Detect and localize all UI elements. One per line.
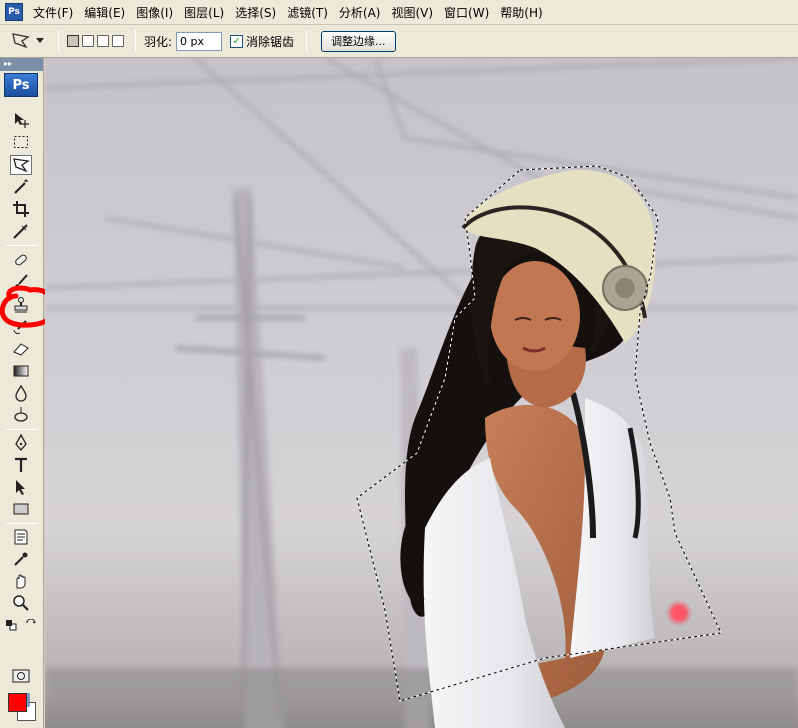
gradient-icon: [13, 365, 29, 377]
menu-image[interactable]: 图像(I): [132, 4, 180, 21]
dodge-tool[interactable]: [10, 405, 32, 425]
photo: [45, 58, 798, 728]
gradient-tool[interactable]: [10, 361, 32, 381]
marquee-tool[interactable]: [10, 132, 32, 152]
blur-tool[interactable]: [10, 383, 32, 403]
eraser-icon: [13, 343, 29, 356]
path-selection-icon: [16, 480, 25, 495]
antialias-checkbox[interactable]: ✓: [230, 34, 244, 48]
menu-select[interactable]: 选择(S): [231, 4, 283, 21]
toolbox-divider: [6, 245, 38, 246]
subtract-from-selection-button[interactable]: [97, 35, 109, 47]
toolbox-divider: [6, 429, 38, 430]
separator: [306, 30, 308, 52]
magic-wand-icon: [14, 179, 28, 194]
polygonal-lasso-icon: [13, 158, 30, 173]
type-icon: [15, 457, 27, 472]
menu-view[interactable]: 视图(V): [387, 4, 440, 21]
notes-icon: [14, 529, 28, 545]
menu-filter[interactable]: 滤镜(T): [283, 4, 335, 21]
menu-edit[interactable]: 编辑(E): [80, 4, 132, 21]
add-to-selection-button[interactable]: [82, 35, 94, 47]
intersect-selection-button[interactable]: [112, 35, 124, 47]
collapse-icon: ▸▸: [4, 59, 13, 68]
hand-tool[interactable]: [10, 571, 32, 591]
eyedropper-icon: [14, 552, 28, 566]
dodge-icon: [14, 407, 28, 422]
zoom-icon: [13, 595, 29, 611]
pen-icon: [15, 434, 27, 452]
notes-tool[interactable]: [10, 527, 32, 547]
menu-file[interactable]: 文件(F): [29, 4, 80, 21]
default-colors-button[interactable]: [4, 615, 18, 635]
feather-label: 羽化:: [144, 34, 173, 49]
magic-wand-tool[interactable]: [10, 177, 32, 197]
document-canvas[interactable]: [45, 58, 798, 728]
spot-healing-tool[interactable]: [10, 250, 32, 270]
path-selection-tool[interactable]: [10, 477, 32, 497]
default-colors-icon: [6, 620, 17, 631]
eraser-tool[interactable]: [10, 339, 32, 359]
background-pylon: [174, 188, 430, 728]
move-tool[interactable]: [10, 110, 32, 130]
menu-window[interactable]: 窗口(W): [440, 4, 496, 21]
ground: [45, 668, 798, 728]
quick-mask-icon: [12, 669, 30, 683]
menu-analysis[interactable]: 分析(A): [335, 4, 388, 21]
new-selection-button[interactable]: [67, 35, 79, 47]
separator: [58, 30, 59, 52]
feather-input[interactable]: [176, 31, 223, 51]
slice-icon: [13, 224, 28, 239]
blur-icon: [15, 384, 27, 402]
toolbox-header[interactable]: ▸▸: [0, 58, 43, 71]
toolbox: ▸▸ Ps: [0, 58, 58, 728]
polygonal-lasso-tool[interactable]: [10, 155, 32, 175]
menu-layer[interactable]: 图层(L): [180, 4, 231, 21]
foreground-color-swatch[interactable]: [8, 693, 27, 712]
refine-edge-button[interactable]: 调整边缘...: [321, 30, 396, 52]
eyedropper-tool[interactable]: [10, 549, 32, 569]
menu-bar: Ps 文件(F) 编辑(E) 图像(I) 图层(L) 选择(S) 滤镜(T) 分…: [0, 0, 798, 25]
quick-mask-button[interactable]: [10, 666, 32, 686]
woman: [400, 169, 656, 728]
marquee-icon: [14, 136, 28, 148]
swap-arrow-icon: [26, 619, 36, 624]
crop-tool[interactable]: [10, 199, 32, 219]
toolbox-divider: [6, 523, 38, 524]
type-tool[interactable]: [10, 455, 32, 475]
menu-help[interactable]: 帮助(H): [496, 4, 549, 21]
options-bar: 羽化: ✓ 消除锯齿 调整边缘...: [0, 25, 798, 58]
ps-badge: Ps: [4, 73, 38, 97]
slice-tool[interactable]: [10, 221, 32, 241]
tool-preset-picker[interactable]: [10, 28, 50, 54]
bandage-icon: [15, 254, 27, 266]
pen-tool[interactable]: [10, 433, 32, 453]
background-wires: [45, 58, 798, 310]
photoshop-icon[interactable]: Ps: [5, 3, 23, 21]
polygonal-lasso-icon: [12, 33, 30, 49]
swap-colors-button[interactable]: [24, 615, 38, 635]
rectangle-tool[interactable]: [10, 499, 32, 519]
crop-icon: [13, 201, 29, 217]
zoom-tool[interactable]: [10, 593, 32, 613]
hand-icon: [16, 574, 26, 589]
rectangle-icon: [13, 503, 29, 515]
separator: [135, 30, 136, 52]
chevron-down-icon: [36, 38, 44, 43]
antialias-label: 消除锯齿: [246, 34, 295, 49]
move-icon: [15, 113, 29, 128]
